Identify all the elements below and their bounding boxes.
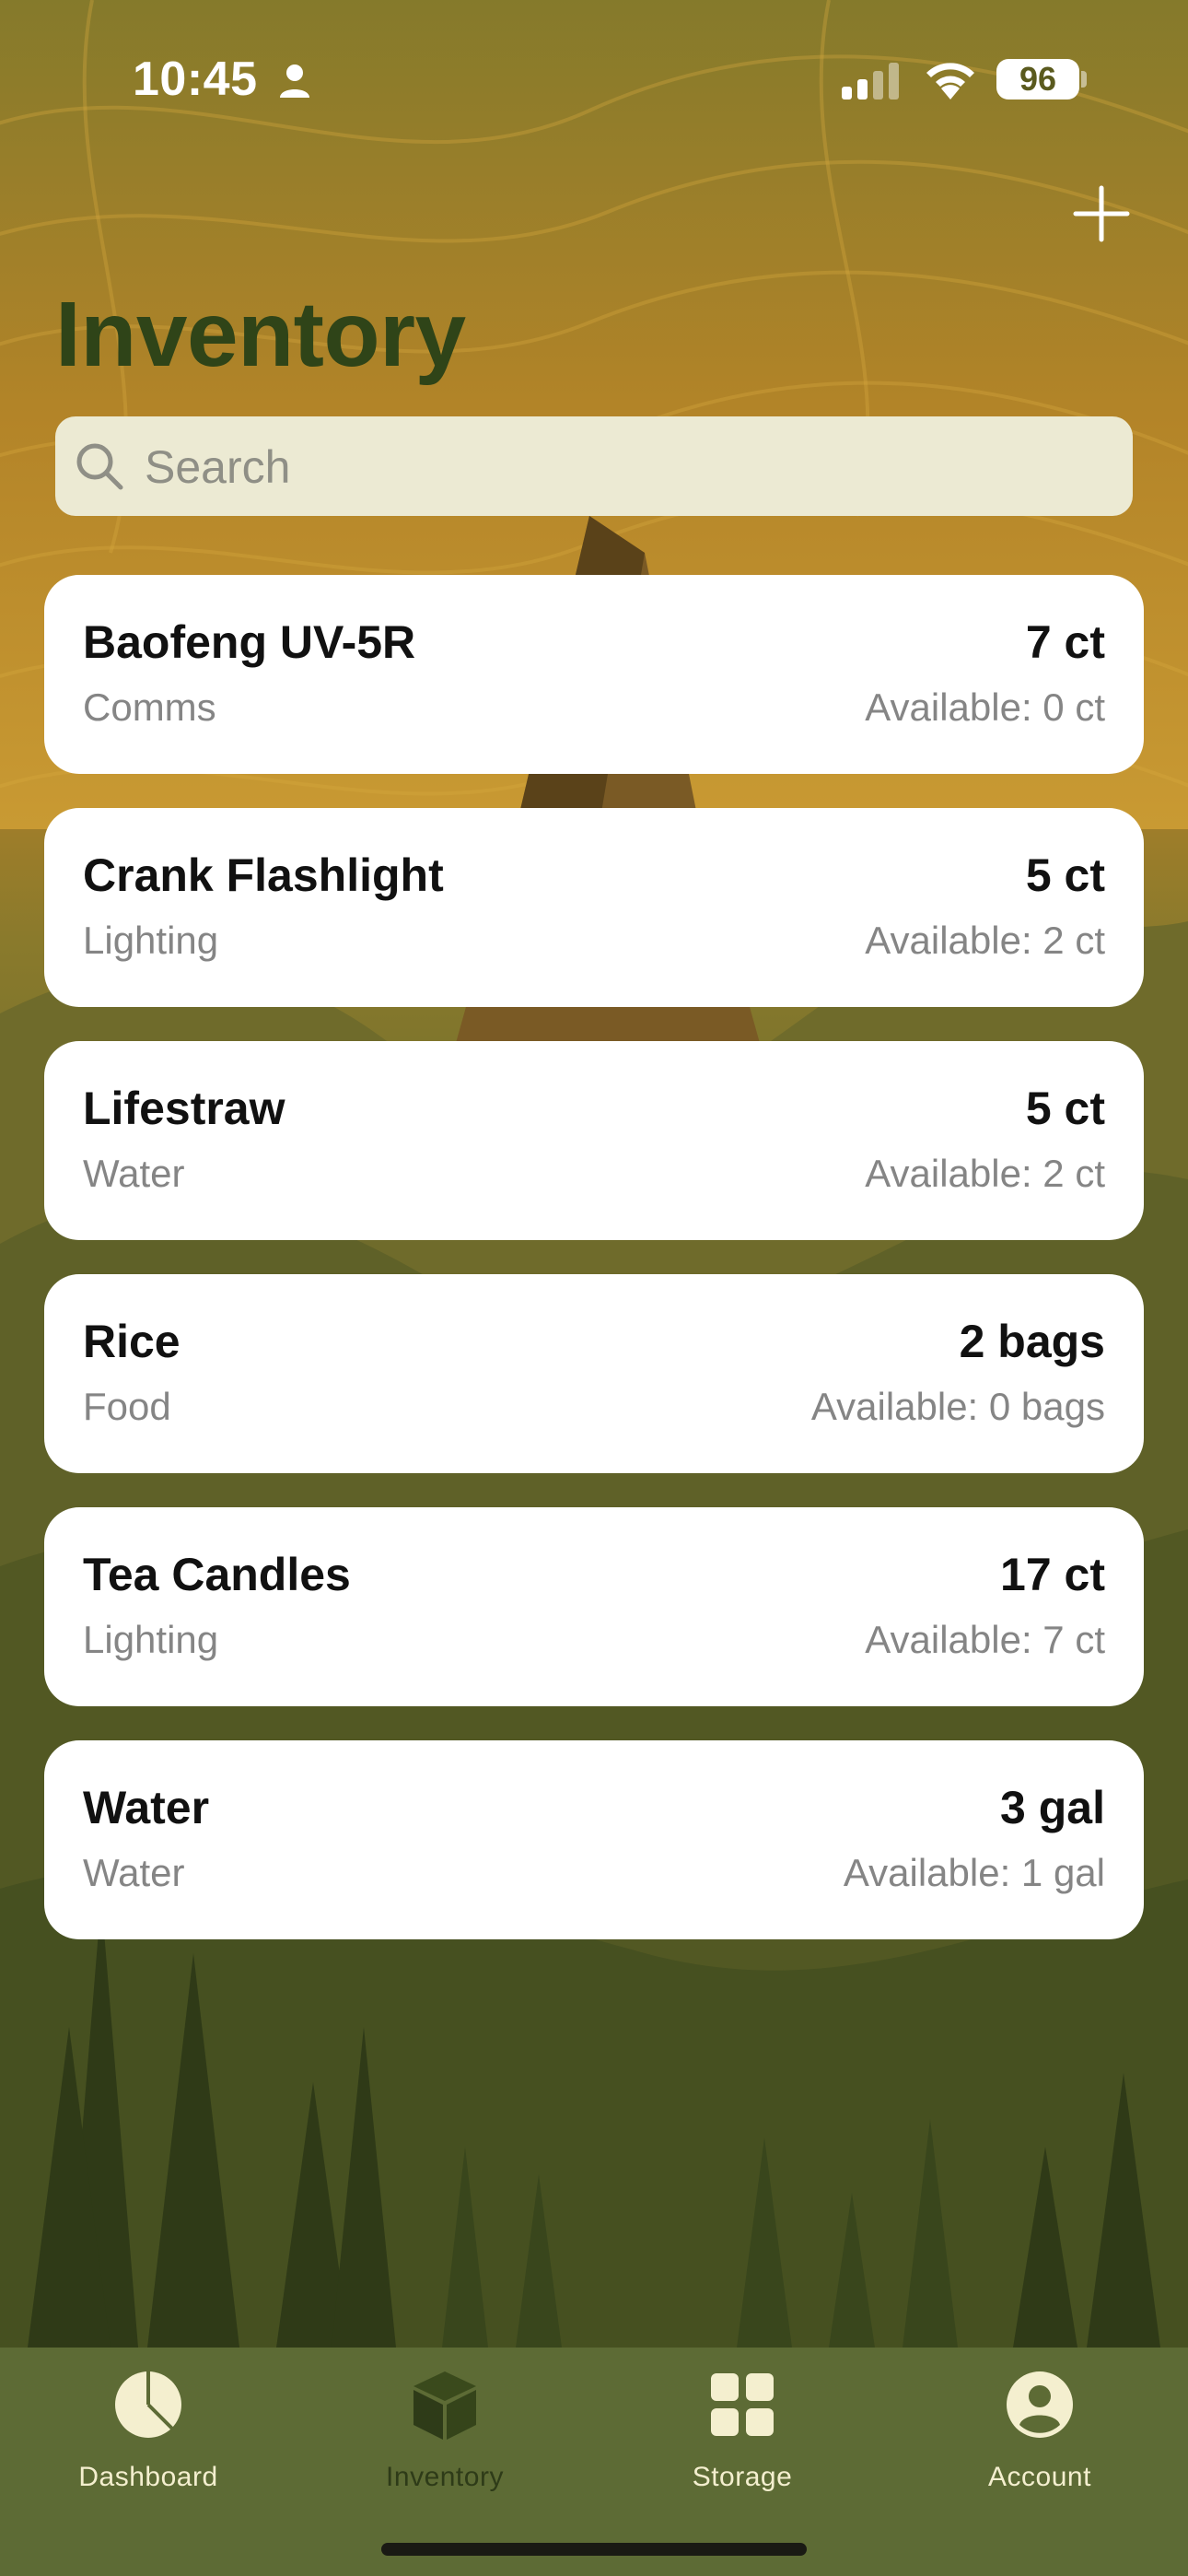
- tab-storage[interactable]: Storage: [594, 2348, 891, 2532]
- tab-account[interactable]: Account: [891, 2348, 1188, 2532]
- cellular-signal-icon: [842, 63, 899, 100]
- tab-label: Account: [988, 2462, 1091, 2492]
- tab-label: Storage: [692, 2462, 793, 2492]
- person-circle-icon: [1007, 2371, 1073, 2438]
- item-available: Available: 7 ct: [865, 1618, 1105, 1661]
- list-item[interactable]: Water 3 gal Water Available: 1 gal: [44, 1740, 1144, 1939]
- search-input[interactable]: [143, 416, 1104, 518]
- item-available: Available: 1 gal: [843, 1851, 1105, 1894]
- tab-dashboard[interactable]: Dashboard: [0, 2348, 297, 2532]
- item-available: Available: 2 ct: [865, 919, 1105, 962]
- battery-tip: [1081, 71, 1087, 88]
- item-quantity: 17 ct: [1000, 1549, 1105, 1600]
- item-name: Baofeng UV-5R: [83, 616, 416, 668]
- plus-icon[interactable]: [1068, 181, 1135, 247]
- item-quantity: 2 bags: [959, 1316, 1105, 1367]
- item-available: Available: 0 bags: [810, 1385, 1105, 1428]
- box-icon: [413, 2371, 476, 2440]
- pie-chart-icon: [115, 2371, 181, 2438]
- list-item[interactable]: Tea Candles 17 ct Lighting Available: 7 …: [44, 1507, 1144, 1706]
- tab-inventory[interactable]: Inventory: [297, 2348, 593, 2532]
- list-item[interactable]: Rice 2 bags Food Available: 0 bags: [44, 1274, 1144, 1473]
- tab-bar: Dashboard Inventory Storage Account: [0, 2348, 1188, 2576]
- item-name: Lifestraw: [83, 1083, 285, 1134]
- list-item[interactable]: Lifestraw 5 ct Water Available: 2 ct: [44, 1041, 1144, 1240]
- item-quantity: 3 gal: [1000, 1782, 1105, 1833]
- item-quantity: 7 ct: [1025, 616, 1105, 668]
- tab-label: Dashboard: [78, 2462, 218, 2492]
- item-name: Water: [83, 1782, 210, 1833]
- status-bar: 10:45 96: [0, 0, 1188, 157]
- status-time: 10:45: [133, 53, 258, 106]
- tab-label: Inventory: [386, 2462, 504, 2492]
- list-item[interactable]: Baofeng UV-5R 7 ct Comms Available: 0 ct: [44, 575, 1144, 774]
- item-category: Comms: [83, 685, 216, 729]
- item-available: Available: 0 ct: [865, 685, 1105, 729]
- person-icon: [280, 64, 309, 98]
- page-title: Inventory: [55, 283, 466, 386]
- list-item[interactable]: Crank Flashlight 5 ct Lighting Available…: [44, 808, 1144, 1007]
- search-bar[interactable]: [55, 416, 1133, 518]
- item-category: Water: [83, 1152, 185, 1195]
- item-available: Available: 2 ct: [865, 1152, 1105, 1195]
- item-quantity: 5 ct: [1025, 849, 1105, 901]
- grid-icon: [711, 2373, 774, 2436]
- wifi-icon: [926, 63, 974, 100]
- item-category: Water: [83, 1851, 185, 1894]
- search-icon: [76, 443, 123, 490]
- item-category: Lighting: [83, 1618, 219, 1661]
- home-indicator[interactable]: [381, 2543, 807, 2556]
- item-name: Crank Flashlight: [83, 849, 444, 901]
- battery-indicator: 96: [996, 59, 1079, 100]
- item-name: Tea Candles: [83, 1549, 351, 1600]
- item-name: Rice: [83, 1316, 181, 1367]
- item-quantity: 5 ct: [1025, 1083, 1105, 1134]
- item-category: Lighting: [83, 919, 219, 962]
- item-category: Food: [83, 1385, 171, 1428]
